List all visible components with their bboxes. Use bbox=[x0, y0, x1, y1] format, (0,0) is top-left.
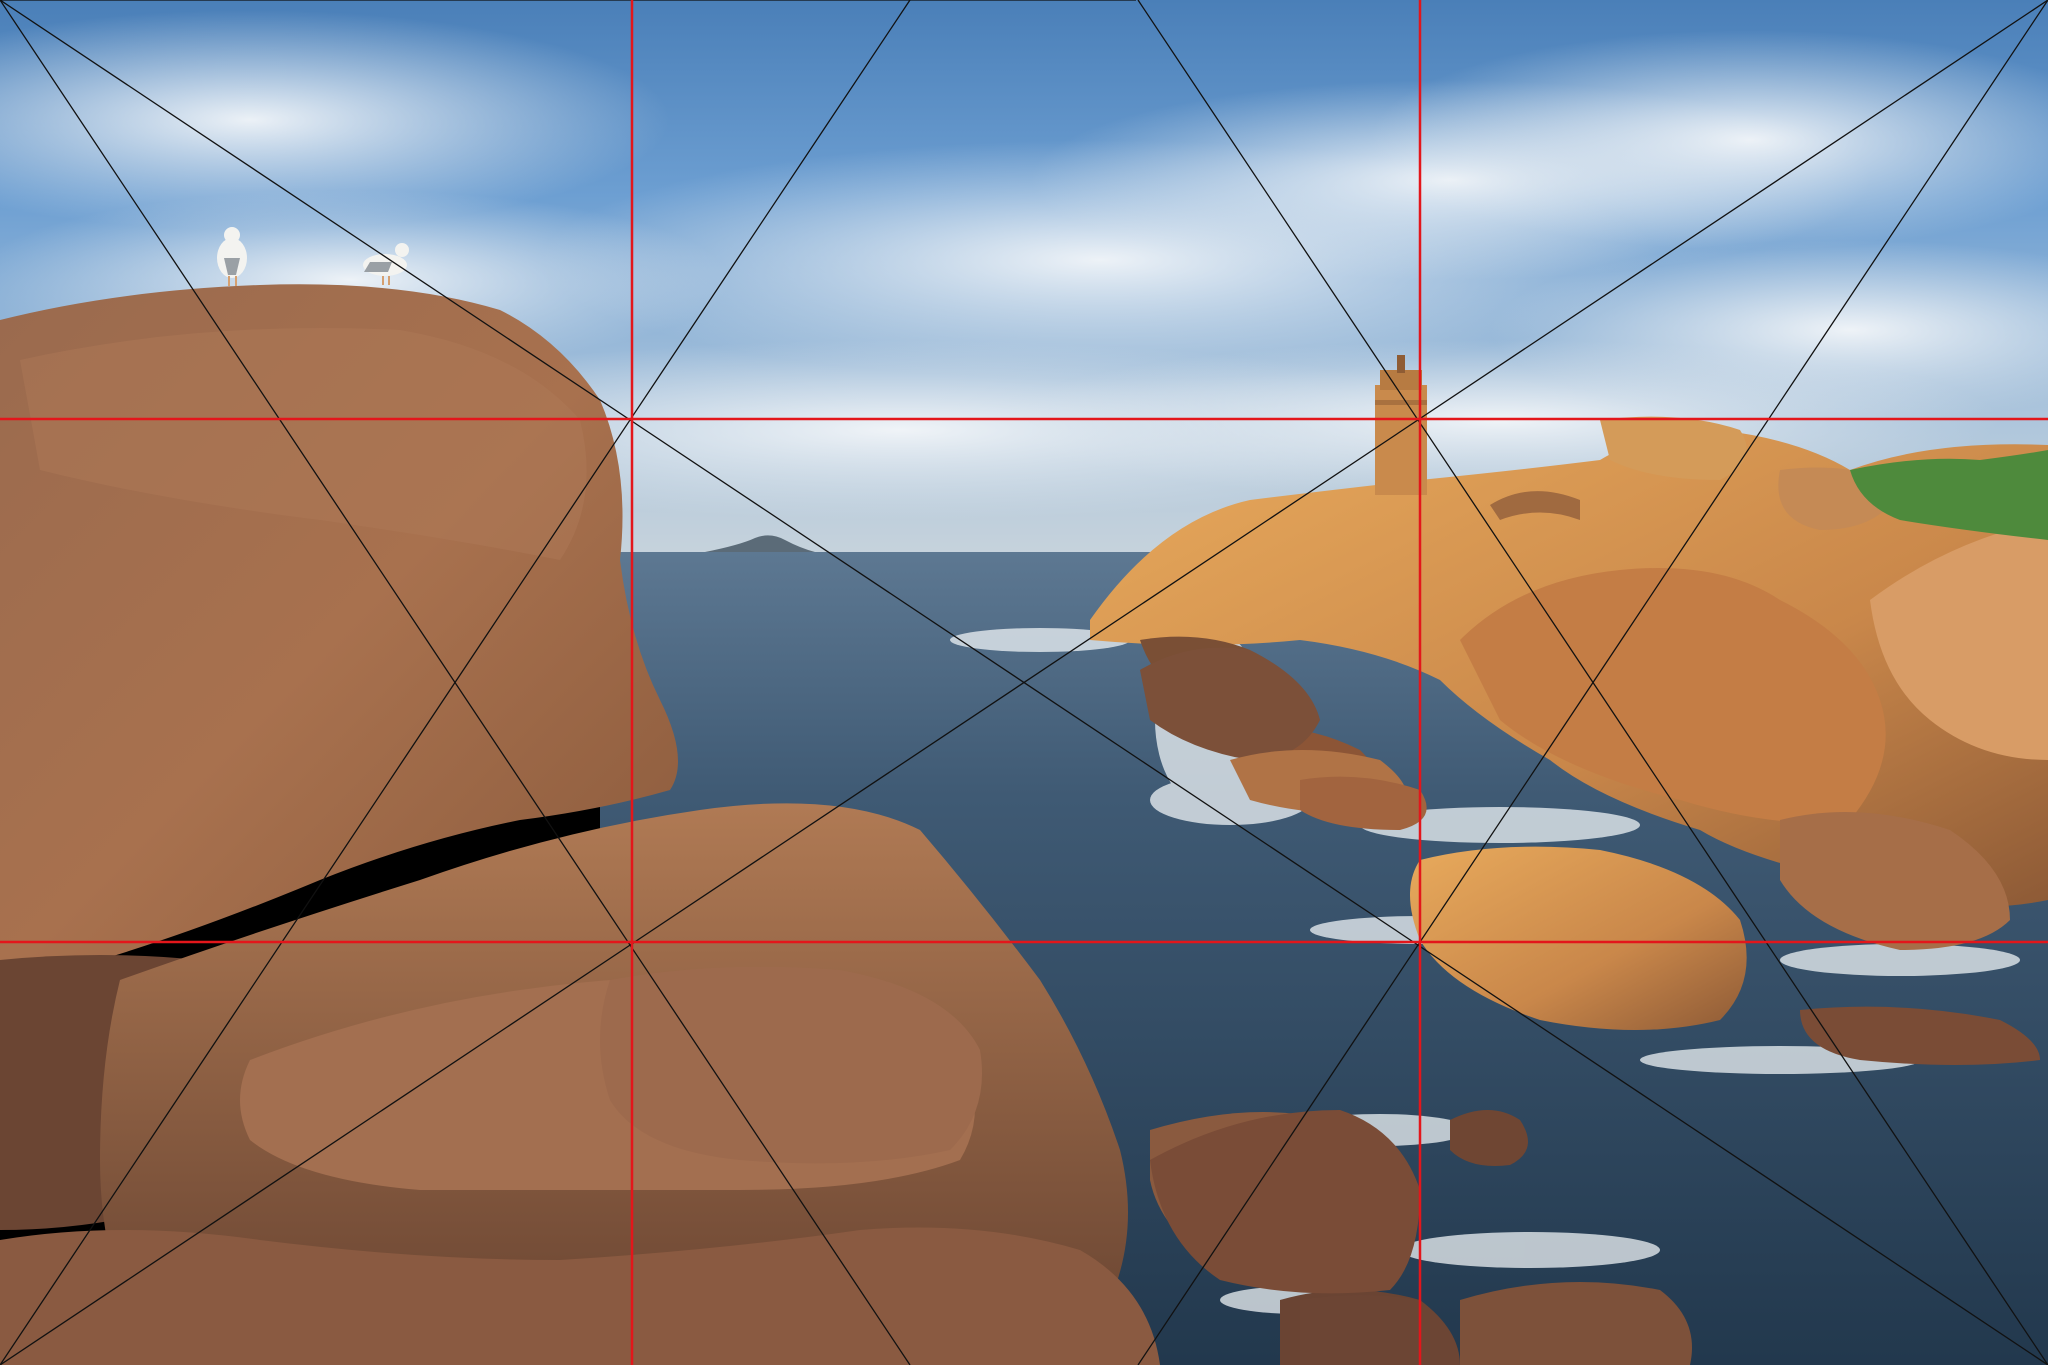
photo-stage bbox=[0, 0, 2048, 1365]
lighthouse bbox=[1375, 355, 1427, 495]
coastal-photo bbox=[0, 0, 2048, 1365]
